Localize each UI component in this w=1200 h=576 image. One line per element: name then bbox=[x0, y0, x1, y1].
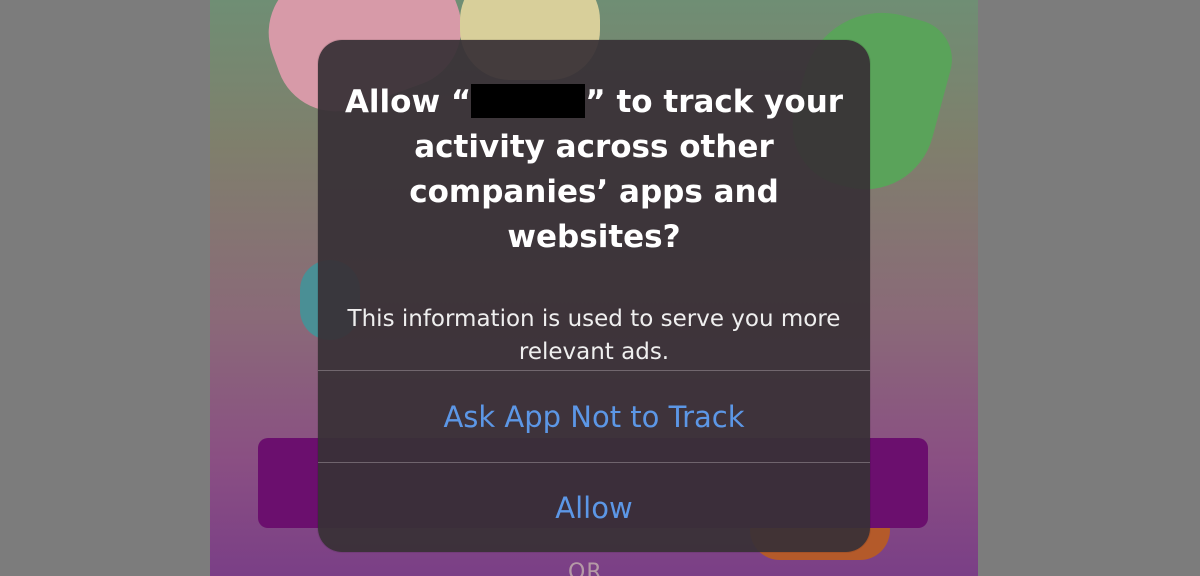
dialog-title: Allow “” to track your activity across o… bbox=[344, 80, 844, 260]
tracking-permission-dialog: Allow “” to track your activity across o… bbox=[318, 40, 870, 552]
ask-app-not-to-track-button[interactable]: Ask App Not to Track bbox=[318, 371, 870, 462]
dialog-message: This information is used to serve you mo… bbox=[347, 306, 841, 365]
background-or-text: OR bbox=[568, 560, 603, 576]
dialog-title-prefix: Allow “ bbox=[344, 84, 472, 120]
dialog-body: Allow “” to track your activity across o… bbox=[318, 40, 870, 370]
allow-button[interactable]: Allow bbox=[318, 463, 870, 552]
redacted-app-name bbox=[471, 84, 586, 118]
